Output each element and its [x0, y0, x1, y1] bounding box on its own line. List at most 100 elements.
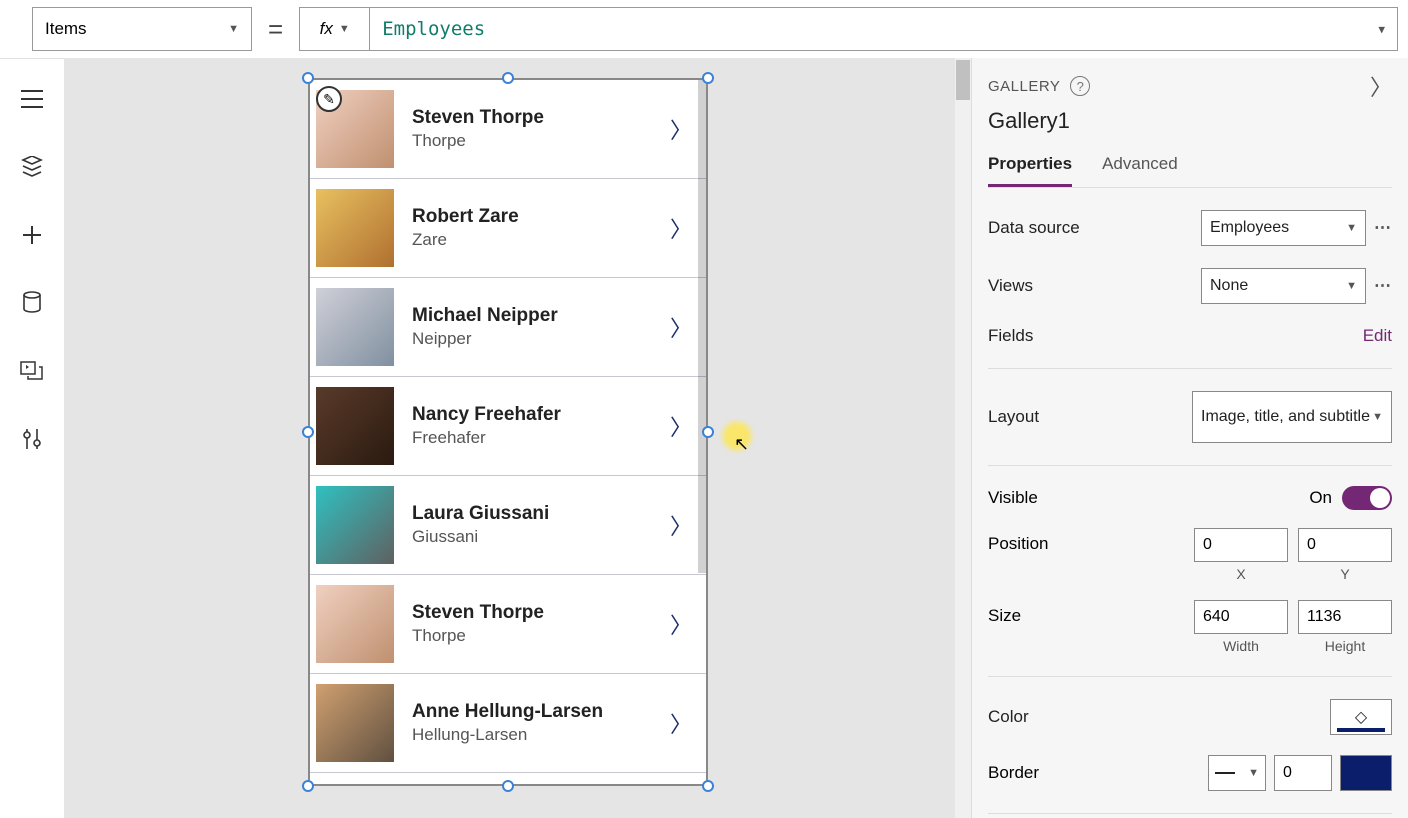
data-icon[interactable] [20, 291, 44, 315]
formula-bar: Items ▼ = fx ▼ Employees ▼ [0, 0, 1408, 58]
item-text: Steven Thorpe Thorpe [394, 107, 670, 151]
position-y-input[interactable] [1298, 528, 1392, 562]
tab-properties[interactable]: Properties [988, 154, 1072, 187]
more-icon[interactable]: ⋯ [1374, 218, 1392, 238]
avatar [316, 288, 394, 366]
canvas[interactable]: ✎ Steven Thorpe Thorpe 〉 Rober [64, 58, 971, 818]
fx-label: fx [320, 19, 333, 39]
avatar [316, 684, 394, 762]
gallery-selection[interactable]: ✎ Steven Thorpe Thorpe 〉 Rober [308, 78, 708, 786]
row-data-source: Data source Employees ▼ ⋯ [988, 210, 1392, 246]
row-color: Color ◇ [988, 699, 1392, 735]
help-icon[interactable]: ? [1070, 76, 1090, 96]
data-source-dropdown[interactable]: Employees ▼ [1201, 210, 1366, 246]
resize-handle[interactable] [502, 72, 514, 84]
gallery-scrollbar[interactable] [698, 80, 706, 573]
divider [988, 465, 1392, 466]
visible-state: On [1309, 488, 1332, 508]
row-position: Position X Y [988, 528, 1392, 582]
resize-handle[interactable] [302, 780, 314, 792]
item-text: Steven Thorpe Thorpe [394, 602, 670, 646]
cursor-highlight [719, 418, 755, 454]
list-item[interactable]: Anne Hellung-Larsen Hellung-Larsen 〉 [310, 674, 706, 773]
label-position: Position [988, 528, 1048, 554]
item-text: Laura Giussani Giussani [394, 503, 670, 547]
edit-template-icon[interactable]: ✎ [316, 86, 342, 112]
item-text: Nancy Freehafer Freehafer [394, 404, 670, 448]
list-item[interactable]: Robert Zare Zare 〉 [310, 179, 706, 278]
item-text: Michael Neipper Neipper [394, 305, 670, 349]
border-color-swatch[interactable] [1340, 755, 1392, 791]
resize-handle[interactable] [702, 426, 714, 438]
gallery-control[interactable]: ✎ Steven Thorpe Thorpe 〉 Rober [308, 78, 708, 786]
scroll-thumb[interactable] [956, 60, 970, 100]
fx-button[interactable]: fx ▼ [299, 7, 369, 51]
chevron-down-icon: ▼ [1346, 280, 1357, 292]
list-item[interactable]: Laura Giussani Giussani 〉 [310, 476, 706, 575]
chevron-down-icon: ▼ [1378, 23, 1385, 36]
tools-icon[interactable] [20, 427, 44, 451]
views-dropdown[interactable]: None ▼ [1201, 268, 1366, 304]
resize-handle[interactable] [302, 426, 314, 438]
item-subtitle: Hellung-Larsen [412, 725, 670, 745]
border-width-input[interactable] [1274, 755, 1332, 791]
row-layout: Layout Image, title, and subtitle ▼ [988, 391, 1392, 443]
media-icon[interactable] [20, 359, 44, 383]
chevron-down-icon: ▼ [1346, 222, 1357, 234]
visible-toggle[interactable] [1342, 486, 1392, 510]
item-subtitle: Thorpe [412, 626, 670, 646]
list-item[interactable]: Steven Thorpe Thorpe 〉 [310, 80, 706, 179]
avatar [316, 486, 394, 564]
gallery-items: Steven Thorpe Thorpe 〉 Robert Zare Zare … [310, 80, 706, 784]
color-preview-strip [1337, 728, 1385, 732]
chevron-right-icon[interactable]: 〉 [670, 212, 692, 244]
chevron-right-icon[interactable]: 〉 [670, 113, 692, 145]
more-icon[interactable]: ⋯ [1374, 276, 1392, 296]
resize-handle[interactable] [702, 780, 714, 792]
item-text: Robert Zare Zare [394, 206, 670, 250]
chevron-right-icon[interactable]: 〉 [670, 311, 692, 343]
list-item[interactable]: Michael Neipper Neipper 〉 [310, 278, 706, 377]
edit-fields-link[interactable]: Edit [1363, 326, 1392, 346]
resize-handle[interactable] [302, 72, 314, 84]
layout-value: Image, title, and subtitle [1201, 407, 1370, 427]
formula-input[interactable]: Employees ▼ [369, 7, 1398, 51]
item-subtitle: Zare [412, 230, 670, 250]
tab-advanced[interactable]: Advanced [1102, 154, 1178, 187]
panel-tabs: Properties Advanced [988, 154, 1392, 188]
size-width-input[interactable] [1194, 600, 1288, 634]
chevron-right-icon[interactable]: 〉 [670, 410, 692, 442]
resize-handle[interactable] [702, 72, 714, 84]
size-height-input[interactable] [1298, 600, 1392, 634]
chevron-right-icon[interactable]: 〉 [670, 707, 692, 739]
item-title: Michael Neipper [412, 305, 670, 327]
tree-view-icon[interactable] [20, 155, 44, 179]
insert-icon[interactable] [20, 223, 44, 247]
item-title: Steven Thorpe [412, 602, 670, 624]
chevron-right-icon[interactable]: 〉 [670, 608, 692, 640]
label-height: Height [1325, 638, 1365, 654]
main-area: ✎ Steven Thorpe Thorpe 〉 Rober [0, 58, 1408, 818]
position-x-input[interactable] [1194, 528, 1288, 562]
control-name: Gallery1 [988, 108, 1392, 134]
item-title: Robert Zare [412, 206, 670, 228]
color-picker[interactable]: ◇ [1330, 699, 1392, 735]
canvas-scrollbar[interactable] [955, 58, 971, 818]
property-dropdown[interactable]: Items ▼ [32, 7, 252, 51]
label-views: Views [988, 276, 1201, 296]
item-text: Anne Hellung-Larsen Hellung-Larsen [394, 701, 670, 745]
resize-handle[interactable] [502, 780, 514, 792]
hamburger-icon[interactable] [20, 87, 44, 111]
layout-dropdown[interactable]: Image, title, and subtitle ▼ [1192, 391, 1392, 443]
equals-sign: = [268, 14, 283, 45]
data-source-value: Employees [1210, 219, 1289, 237]
left-nav-rail [0, 58, 64, 818]
chevron-down-icon: ▼ [228, 23, 239, 35]
border-style-dropdown[interactable]: ▼ [1208, 755, 1266, 791]
list-item[interactable]: Steven Thorpe Thorpe 〉 [310, 575, 706, 674]
chevron-right-icon[interactable]: 〉 [1370, 70, 1392, 102]
item-subtitle: Giussani [412, 527, 670, 547]
chevron-right-icon[interactable]: 〉 [670, 509, 692, 541]
row-size: Size Width Height [988, 600, 1392, 654]
list-item[interactable]: Nancy Freehafer Freehafer 〉 [310, 377, 706, 476]
